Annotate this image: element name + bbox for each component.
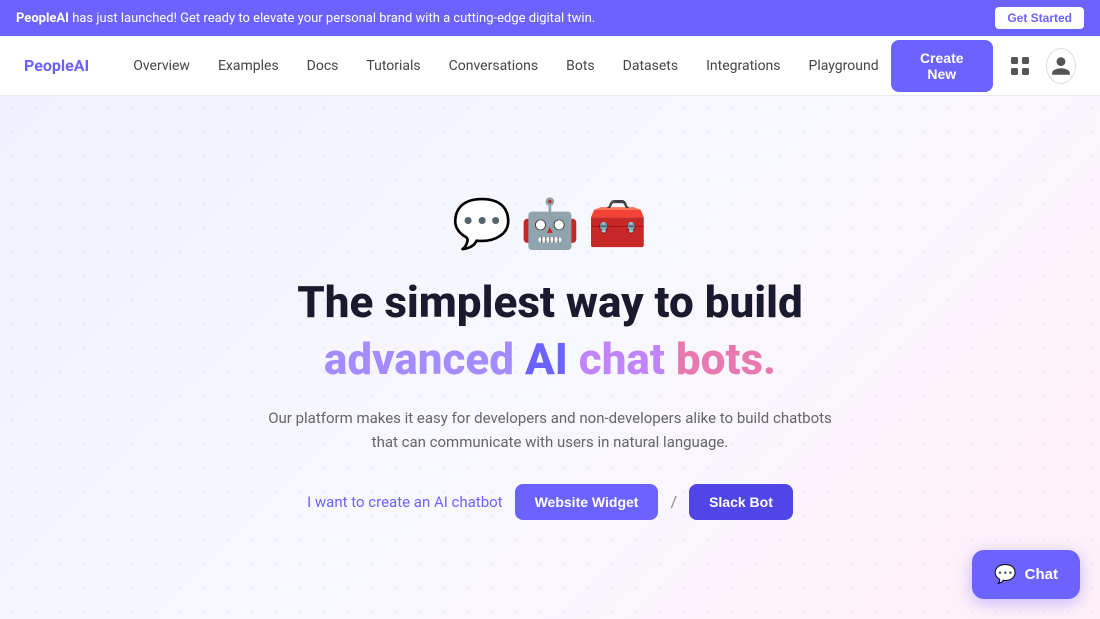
brand-name: PeopleAI [16, 11, 69, 26]
toolbox-emoji: 🧰 [588, 195, 648, 252]
slack-bot-button[interactable]: Slack Bot [689, 484, 793, 520]
create-new-button[interactable]: Create New [891, 40, 993, 92]
website-widget-button[interactable]: Website Widget [515, 484, 659, 520]
announcement-message: has just launched! Get ready to elevate … [72, 11, 595, 26]
grid-icon[interactable] [1005, 48, 1034, 84]
nav-links: Overview Examples Docs Tutorials Convers… [121, 50, 890, 82]
speech-bubble-emoji: 💬 [452, 195, 512, 252]
logo: PeopleAI [24, 56, 89, 75]
nav-bots[interactable]: Bots [554, 50, 607, 82]
hero-title: The simplest way to build [297, 276, 803, 329]
get-started-button[interactable]: Get Started [995, 7, 1084, 29]
logo-suffix: AI [74, 56, 89, 75]
chat-button-label: Chat [1025, 566, 1058, 583]
nav-datasets[interactable]: Datasets [611, 50, 690, 82]
hero-description: Our platform makes it easy for developer… [260, 406, 840, 454]
nav-integrations[interactable]: Integrations [694, 50, 792, 82]
announcement-text: PeopleAI has just launched! Get ready to… [16, 11, 985, 26]
nav-tutorials[interactable]: Tutorials [354, 50, 432, 82]
subtitle-ai: AI [525, 333, 568, 385]
navbar: PeopleAI Overview Examples Docs Tutorial… [0, 36, 1100, 96]
cta-divider: / [670, 492, 677, 511]
announcement-banner: PeopleAI has just launched! Get ready to… [0, 0, 1100, 36]
chat-bubble-icon: 💬 [994, 564, 1016, 585]
nav-conversations[interactable]: Conversations [437, 50, 550, 82]
nav-playground[interactable]: Playground [797, 50, 891, 82]
robot-emoji: 🤖 [520, 195, 580, 252]
hero-icons: 💬 🤖 🧰 [452, 195, 647, 252]
hero-section: 💬 🤖 🧰 The simplest way to build advanced… [0, 96, 1100, 619]
subtitle-bots: bots [676, 333, 763, 385]
user-avatar-icon[interactable] [1046, 48, 1076, 84]
nav-overview[interactable]: Overview [121, 50, 202, 82]
logo-brand: People [24, 56, 74, 75]
hero-cta: I want to create an AI chatbot Website W… [307, 484, 793, 520]
nav-docs[interactable]: Docs [295, 50, 351, 82]
subtitle-advanced: advanced [324, 333, 514, 385]
chat-button[interactable]: 💬 Chat [972, 550, 1080, 599]
subtitle-dot: . [763, 333, 776, 385]
nav-examples[interactable]: Examples [206, 50, 291, 82]
hero-subtitle: advanced AI chat bots. [324, 333, 776, 386]
cta-text: I want to create an AI chatbot [307, 493, 502, 511]
nav-actions: Create New [891, 40, 1076, 92]
subtitle-chat: chat [579, 333, 665, 385]
